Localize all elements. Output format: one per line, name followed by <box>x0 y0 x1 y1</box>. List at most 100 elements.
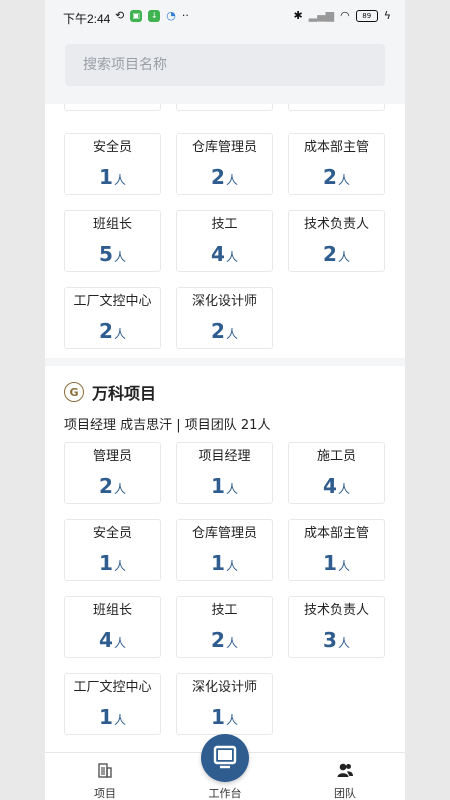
charging-icon: ϟ <box>383 9 391 22</box>
role-tile[interactable]: 班组长 5人 <box>64 210 161 272</box>
role-count: 4 <box>323 474 337 498</box>
role-label: 安全员 <box>92 526 132 541</box>
role-tile[interactable]: 管理员 2人 <box>64 442 161 504</box>
role-count-value: 2人 <box>177 629 272 651</box>
role-tile[interactable]: 工厂文控中心 2人 <box>64 287 161 349</box>
role-count-value: 4人 <box>289 475 384 497</box>
nav-item-projects[interactable]: 项目 <box>60 753 150 800</box>
role-tile[interactable]: 技术负责人 3人 <box>288 596 385 658</box>
role-count: 1 <box>323 551 337 575</box>
role-unit: 人 <box>337 482 350 496</box>
role-count-value: 1人 <box>289 552 384 574</box>
status-notification-icons: ⟲ ▣ ↓ ◔ ·· <box>115 10 189 22</box>
role-count-value: 3人 <box>289 629 384 651</box>
role-count: 3 <box>323 628 337 652</box>
role-tile[interactable]: 仓库管理员 2人 <box>176 133 273 195</box>
monitor-icon <box>213 745 237 769</box>
role-count-value: 4人 <box>177 243 272 265</box>
role-label: 仓库管理员 <box>191 140 257 155</box>
role-tile[interactable]: 成本部主管 2人 <box>288 133 385 195</box>
role-unit: 人 <box>113 327 126 341</box>
role-label: 成本部主管 <box>303 140 369 155</box>
role-count: 1 <box>211 551 225 575</box>
role-unit: 人 <box>225 713 238 727</box>
role-label: 技术负责人 <box>303 217 369 232</box>
project-logo-icon: G <box>64 382 84 402</box>
role-label: 管理员 <box>92 449 132 464</box>
role-count-value: 1人 <box>65 166 160 188</box>
role-unit: 人 <box>225 250 238 264</box>
role-label: 班组长 <box>92 217 132 232</box>
role-count-value: 1人 <box>177 552 272 574</box>
role-count-value: 2人 <box>177 166 272 188</box>
role-tile[interactable]: 仓库管理员 1人 <box>176 519 273 581</box>
role-count-value: 1人 <box>65 552 160 574</box>
project-card: G 万科项目 项目经理 成吉思汗 | 项目团队 21人 管理员 2人 项目经理 1人施… <box>45 366 405 752</box>
role-tile[interactable]: 深化设计师 2人 <box>176 287 273 349</box>
role-unit: 人 <box>337 173 350 187</box>
role-label: 成本部主管 <box>303 526 369 541</box>
workbench-button[interactable] <box>201 734 249 782</box>
role-tile[interactable]: 深化设计师 1人 <box>176 673 273 735</box>
role-label: 工厂文控中心 <box>73 680 152 695</box>
wifi-icon: ◠ <box>340 9 350 22</box>
status-system-icons: ✱ ▂▄▆ ◠ 89 ϟ <box>294 9 391 22</box>
project-meta: 项目经理 成吉思汗 | 项目团队 21人 <box>64 418 271 433</box>
loading-icon: ◔ <box>166 9 176 22</box>
role-label: 技术负责人 <box>303 603 369 618</box>
nav-label: 团队 <box>334 787 356 800</box>
role-label: 技工 <box>211 217 238 232</box>
left-gutter <box>0 0 45 800</box>
role-unit: 人 <box>225 173 238 187</box>
role-count: 2 <box>211 165 225 189</box>
role-unit: 人 <box>113 559 126 573</box>
role-tile[interactable]: 技工 2人 <box>176 596 273 658</box>
nav-label: 工作台 <box>208 787 242 800</box>
role-unit: 人 <box>225 636 238 650</box>
status-bar: 下午2:44 ⟲ ▣ ↓ ◔ ·· ✱ ▂▄▆ ◠ 89 ϟ <box>45 0 405 34</box>
role-count: 5 <box>99 242 113 266</box>
role-unit: 人 <box>113 713 126 727</box>
search-box[interactable] <box>65 44 385 86</box>
role-tile[interactable]: 技术负责人 2人 <box>288 210 385 272</box>
role-unit: 人 <box>225 327 238 341</box>
more-dots-icon: ·· <box>181 9 189 22</box>
role-tile[interactable] <box>288 104 385 111</box>
role-unit: 人 <box>225 559 238 573</box>
app-screen: 下午2:44 ⟲ ▣ ↓ ◔ ·· ✱ ▂▄▆ ◠ 89 ϟ 搜索项目名称 安全… <box>45 0 405 800</box>
building-icon <box>98 763 112 778</box>
role-count-value: 2人 <box>289 166 384 188</box>
role-count: 1 <box>211 474 225 498</box>
search-input[interactable] <box>65 44 373 86</box>
role-label: 深化设计师 <box>191 680 257 695</box>
role-count: 1 <box>211 705 225 729</box>
team-icon <box>337 763 353 777</box>
role-tile[interactable]: 成本部主管 1人 <box>288 519 385 581</box>
role-label: 技工 <box>211 603 238 618</box>
role-label: 班组长 <box>92 603 132 618</box>
role-tile[interactable]: 安全员 1人 <box>64 133 161 195</box>
role-tile[interactable] <box>176 104 273 111</box>
project-header[interactable]: G 万科项目 <box>64 380 156 404</box>
role-tile[interactable]: 安全员 1人 <box>64 519 161 581</box>
nav-item-team[interactable]: 团队 <box>300 753 390 800</box>
role-unit: 人 <box>113 173 126 187</box>
role-tile[interactable]: 班组长 4人 <box>64 596 161 658</box>
battery-icon: 89 <box>355 9 378 22</box>
role-count-value: 5人 <box>65 243 160 265</box>
status-time: 下午2:44 <box>63 12 111 26</box>
role-tile[interactable]: 技工 4人 <box>176 210 273 272</box>
role-count: 4 <box>99 628 113 652</box>
role-label: 安全员 <box>92 140 132 155</box>
role-tile[interactable] <box>64 104 161 111</box>
role-count-value: 1人 <box>177 706 272 728</box>
role-unit: 人 <box>337 559 350 573</box>
role-grid: 管理员 2人 项目经理 1人 施工员 4人 安全员 1人 仓库管理员 1人 成本部主管 1人 班组长 4人… <box>64 442 386 735</box>
role-tile[interactable]: 施工员 4人 <box>288 442 385 504</box>
role-tile[interactable]: 工厂文控中心 1人 <box>64 673 161 735</box>
project-list[interactable]: 安全员 1人 仓库管理员 2人 成本部主管 2人 班组长 5人 技工 4人 技术负责人 2人 工厂文控中… <box>45 104 405 752</box>
role-count-value: 4人 <box>65 629 160 651</box>
signal-icon: ▂▄▆ <box>308 9 335 22</box>
role-tile[interactable]: 项目经理 1人 <box>176 442 273 504</box>
role-unit: 人 <box>113 636 126 650</box>
